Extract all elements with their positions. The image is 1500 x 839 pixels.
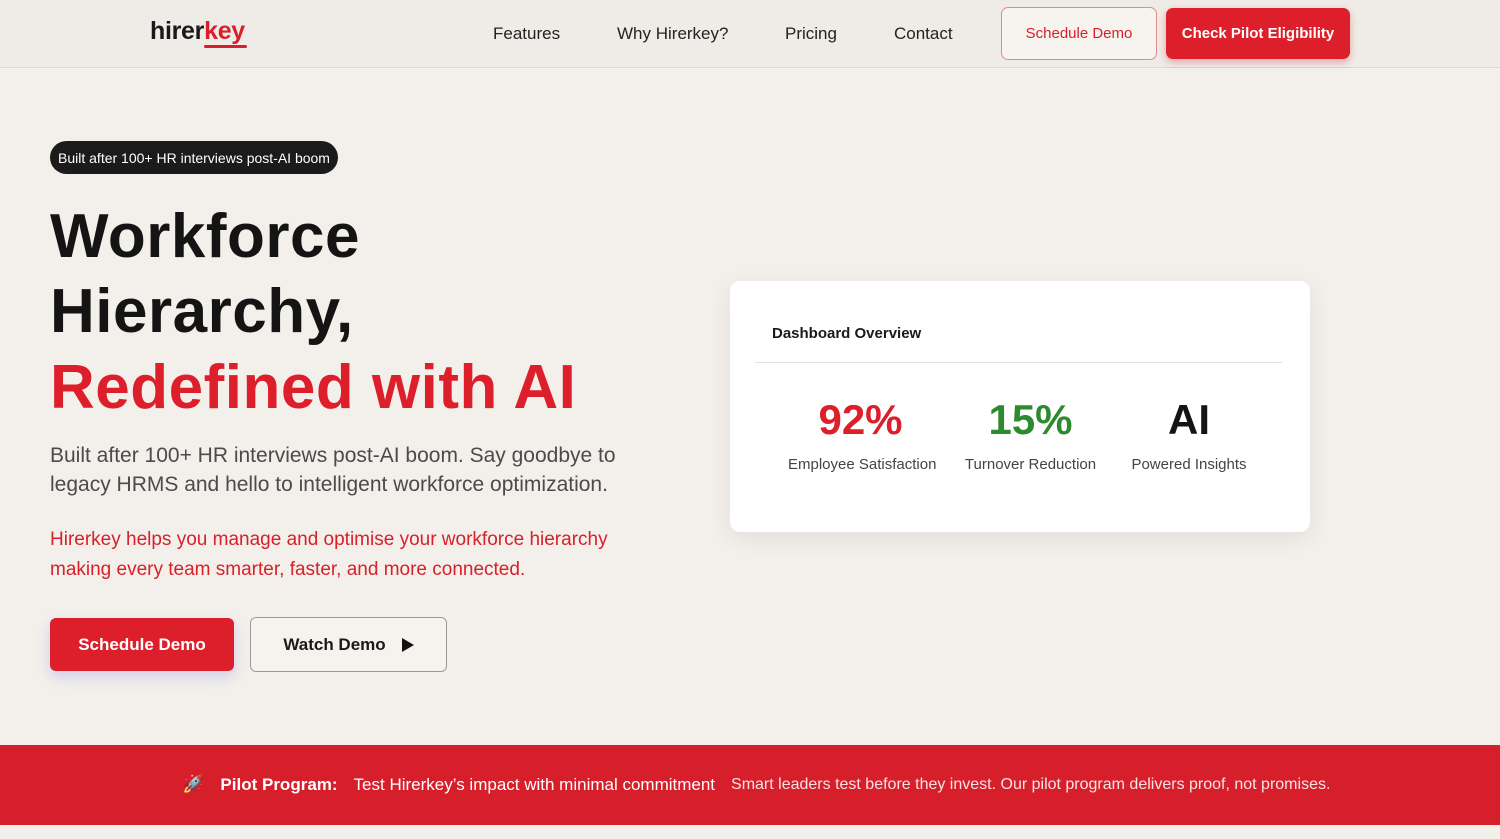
banner-content: 🚀 Pilot Program: Test Hirerkey’s impact … [182,774,1330,795]
banner-description: Smart leaders test before they invest. O… [731,775,1331,793]
top-navbar: hirerkey Features Why Hirerkey? Pricing … [0,0,1500,68]
logo[interactable]: hirerkey [150,17,245,46]
watch-demo-label: Watch Demo [283,634,386,654]
pilot-program-banner: 🚀 Pilot Program: Test Hirerkey’s impact … [0,745,1500,825]
hero-title-line-3: Redefined with AI [50,353,577,422]
hero-title-line-1: Workforce [50,202,360,271]
logo-text-key: key [204,17,245,45]
nav-schedule-demo-button[interactable]: Schedule Demo [1001,7,1157,60]
banner-label: Pilot Program: [220,774,338,794]
watch-demo-button[interactable]: Watch Demo [250,617,447,672]
stat-value: 15% [988,396,1073,443]
stat-powered-insights: AI Powered Insights [1118,396,1260,474]
card-divider [755,362,1282,363]
stat-label: Powered Insights [1131,456,1247,473]
check-pilot-eligibility-button[interactable]: Check Pilot Eligibility [1166,8,1350,59]
banner-subtitle: Test Hirerkey’s impact with minimal comm… [353,774,716,794]
hero-badge: Built after 100+ HR interviews post-AI b… [50,141,338,174]
logo-text-hirer: hirer [150,17,205,45]
stat-label: Turnover Reduction [964,456,1097,473]
hero-schedule-demo-button[interactable]: Schedule Demo [50,618,234,671]
hero-highlight-text: Hirerkey helps you manage and optimise y… [50,529,608,580]
play-icon [401,637,414,652]
hero-title-line-2: Hierarchy, [50,277,354,346]
nav-link-why-hirerkey[interactable]: Why Hirerkey? [617,24,728,44]
nav-link-contact[interactable]: Contact [894,24,953,44]
dashboard-overview-card: Dashboard Overview 92% Employee Satisfac… [730,281,1310,532]
stat-employee-satisfaction: 92% Employee Satisfaction [788,396,937,474]
stat-label: Employee Satisfaction [788,456,937,473]
stat-value: 92% [818,396,903,443]
nav-link-pricing[interactable]: Pricing [785,24,837,44]
rocket-icon: 🚀 [182,774,205,794]
stat-value: AI [1168,396,1210,443]
hero-lead-text: Built after 100+ HR interviews post-AI b… [50,444,616,496]
page-bottom-strip [0,825,1500,839]
stat-turnover-reduction: 15% Turnover Reduction [958,396,1103,474]
nav-link-features[interactable]: Features [493,24,560,44]
dashboard-title: Dashboard Overview [772,325,922,342]
